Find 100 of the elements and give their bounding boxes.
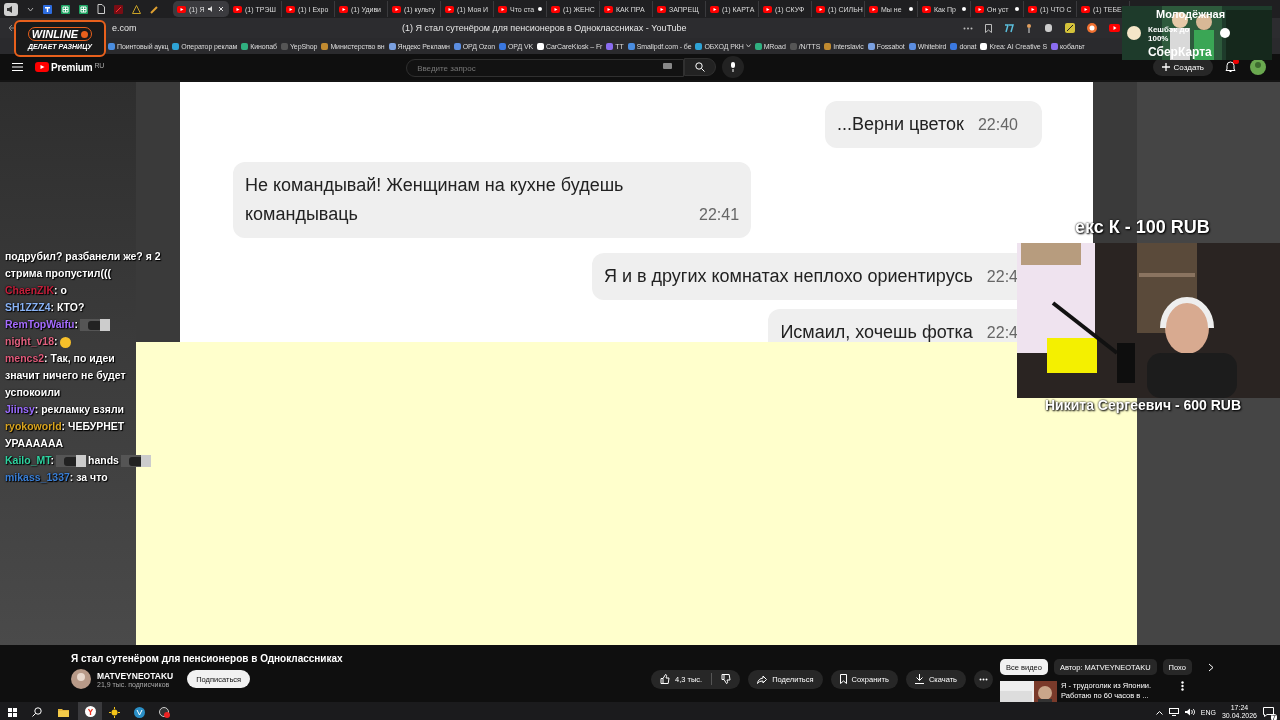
percent-icon[interactable] bbox=[1065, 23, 1075, 33]
message-time: 22:4 bbox=[986, 267, 1018, 287]
youtube-icon bbox=[445, 5, 454, 13]
site-icon bbox=[980, 42, 988, 50]
youtube-icon[interactable] bbox=[1109, 24, 1120, 32]
search-field[interactable]: Введите запрос bbox=[406, 59, 685, 78]
circle-logo-icon[interactable] bbox=[1087, 23, 1097, 33]
thumbs-down-icon bbox=[721, 674, 732, 684]
channel-name[interactable]: MATVEYNEOTAKU bbox=[97, 670, 174, 681]
close-icon[interactable] bbox=[217, 6, 224, 12]
chat-message: hands bbox=[88, 454, 119, 466]
chat-message: : за что bbox=[69, 471, 108, 483]
message-text: Не командывай! Женщинам на кухне будешь командываць bbox=[245, 174, 625, 226]
youtube-icon bbox=[233, 5, 242, 13]
sheet-icon[interactable] bbox=[79, 4, 88, 14]
chat-message: : рекламку взяли bbox=[34, 403, 125, 415]
site-icon bbox=[453, 42, 461, 50]
site-icon bbox=[280, 42, 288, 50]
youtube-icon bbox=[177, 5, 186, 13]
chat-message: : ЧЕБУРНЕТ bbox=[61, 420, 125, 432]
warning-icon[interactable] bbox=[132, 4, 141, 14]
y-browser-icon bbox=[84, 706, 96, 717]
avatar[interactable] bbox=[1250, 59, 1266, 75]
youtube-icon bbox=[869, 5, 878, 13]
back-icon[interactable] bbox=[8, 24, 16, 32]
youtube-icon bbox=[498, 5, 507, 13]
chat-message: подрубил? разбанели же? я 2 bbox=[5, 250, 161, 262]
emote-icon bbox=[120, 455, 151, 468]
search-icon bbox=[695, 62, 706, 72]
site-icon bbox=[824, 42, 832, 50]
caret-icon[interactable] bbox=[27, 6, 34, 12]
chat-username[interactable]: SH1ZZZ4 bbox=[5, 301, 51, 313]
site-icon bbox=[1051, 42, 1059, 50]
bookmark-icon bbox=[839, 674, 847, 684]
create-button[interactable]: Создать bbox=[1152, 58, 1213, 76]
keyboard-icon[interactable] bbox=[663, 62, 673, 69]
hand-icon[interactable] bbox=[1044, 23, 1053, 33]
v-circle-icon[interactable] bbox=[134, 706, 145, 718]
speaker-button[interactable] bbox=[4, 2, 18, 16]
chat-message: УРАААААА bbox=[5, 437, 64, 449]
windows-start-icon[interactable] bbox=[8, 707, 17, 717]
address-field[interactable]: e.com bbox=[112, 23, 402, 33]
extension-icon[interactable] bbox=[1004, 23, 1014, 33]
page-title: (1) Я стал сутенёром для пенсионеров в Одноклассниках - YouTube bbox=[402, 23, 687, 33]
chat-message: : bbox=[50, 454, 54, 466]
message-time: 22:41 bbox=[699, 205, 740, 225]
folder-icon[interactable] bbox=[58, 707, 69, 717]
download-icon bbox=[914, 674, 924, 684]
document-icon[interactable] bbox=[97, 4, 105, 14]
chat-message: : bbox=[74, 318, 78, 330]
menu-icon[interactable] bbox=[12, 63, 23, 71]
youtube-icon bbox=[551, 5, 560, 13]
site-icon bbox=[388, 42, 396, 50]
mic-button[interactable] bbox=[722, 56, 745, 78]
chat-message: стрима пропустил((( bbox=[5, 267, 111, 279]
pen-icon[interactable] bbox=[150, 4, 159, 14]
bookmark-icon[interactable] bbox=[985, 23, 992, 33]
text-app-icon[interactable] bbox=[43, 4, 52, 14]
share-icon bbox=[757, 674, 768, 684]
youtube-icon bbox=[604, 5, 613, 13]
site-icon bbox=[950, 42, 958, 50]
network-icon[interactable] bbox=[1168, 708, 1179, 716]
sun-icon[interactable] bbox=[109, 706, 120, 718]
square-app-icon[interactable] bbox=[114, 4, 123, 14]
site-icon bbox=[537, 42, 545, 50]
more-icon[interactable] bbox=[963, 26, 973, 30]
dot-icon bbox=[81, 30, 89, 38]
chat-message: значит ничего не будет bbox=[5, 369, 126, 381]
video-title: Я стал сутенёром для пенсионеров в Одноклассниках bbox=[71, 653, 344, 664]
bell-icon[interactable] bbox=[1225, 61, 1236, 73]
recorder-icon[interactable] bbox=[159, 706, 170, 718]
site-icon bbox=[172, 42, 180, 50]
youtube-icon bbox=[339, 5, 348, 13]
chat-message: : Так, по идеи bbox=[44, 352, 115, 364]
volume-icon[interactable] bbox=[1184, 708, 1195, 716]
more-button[interactable] bbox=[974, 669, 993, 689]
site-icon bbox=[499, 42, 506, 50]
logo-text[interactable]: Premium bbox=[51, 61, 93, 73]
chevron-right-icon[interactable] bbox=[1207, 662, 1214, 672]
chevron-up-icon[interactable] bbox=[1155, 709, 1163, 715]
youtube-icon bbox=[657, 5, 666, 13]
youtube-icon bbox=[1081, 5, 1090, 13]
sheet-icon[interactable] bbox=[61, 4, 70, 14]
key-icon[interactable] bbox=[1026, 23, 1032, 33]
channel-avatar[interactable] bbox=[71, 669, 91, 689]
site-icon bbox=[627, 42, 635, 50]
youtube-icon bbox=[1028, 5, 1037, 13]
site-icon bbox=[695, 42, 703, 50]
emote-icon bbox=[56, 455, 86, 468]
search-button[interactable] bbox=[684, 58, 717, 76]
youtube-logo-icon[interactable] bbox=[35, 61, 49, 72]
youtube-icon bbox=[975, 5, 984, 13]
chat-username[interactable]: ryokoworld bbox=[5, 420, 62, 432]
site-icon bbox=[241, 42, 249, 50]
emote-icon bbox=[79, 319, 110, 332]
chat-username[interactable]: Kailo_MT bbox=[5, 454, 51, 466]
site-icon bbox=[606, 42, 614, 50]
search-icon[interactable] bbox=[32, 707, 42, 717]
youtube-icon bbox=[922, 5, 931, 13]
kebab-menu-icon[interactable] bbox=[1181, 681, 1184, 691]
